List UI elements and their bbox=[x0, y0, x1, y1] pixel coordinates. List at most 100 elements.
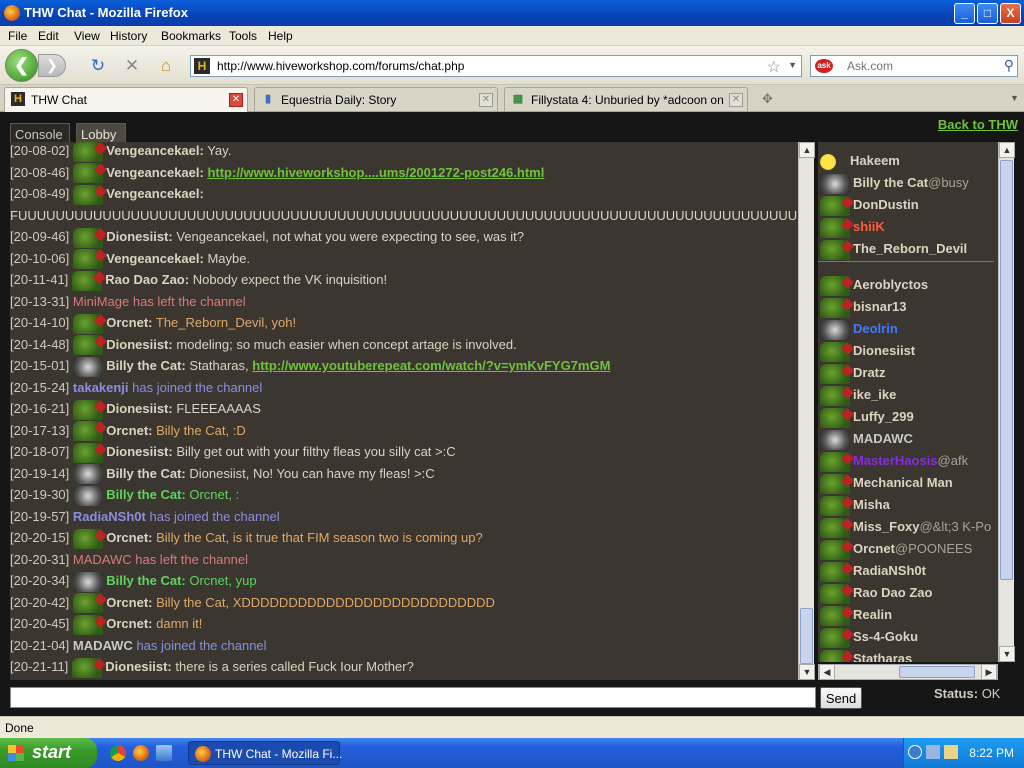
user-list-item[interactable]: Aeroblyctos bbox=[818, 274, 928, 296]
close-button[interactable]: X bbox=[1000, 3, 1021, 24]
message-author[interactable]: Billy the Cat: bbox=[106, 466, 185, 481]
user-list-item[interactable]: MADAWC bbox=[818, 428, 913, 450]
user-list-item[interactable]: Miss_Foxy@&lt;3 K-Po bbox=[818, 516, 991, 538]
message-author[interactable]: Vengeancekael: bbox=[106, 143, 204, 158]
url-dropdown-icon[interactable]: ▼ bbox=[788, 60, 797, 70]
minimize-button[interactable]: _ bbox=[954, 3, 975, 24]
user-list-item[interactable]: Hakeem bbox=[818, 150, 900, 172]
scroll-thumb[interactable] bbox=[1000, 160, 1013, 580]
user-list-item[interactable]: Orcnet@POONEES bbox=[818, 538, 972, 560]
menu-history[interactable]: History bbox=[110, 29, 147, 43]
joined-user[interactable]: MADAWC bbox=[73, 638, 133, 653]
url-bar[interactable]: H ☆ ▼ bbox=[190, 55, 802, 77]
scroll-thumb[interactable] bbox=[800, 608, 813, 664]
user-list-item[interactable]: ike_ike bbox=[818, 384, 896, 406]
home-icon[interactable]: ⌂ bbox=[156, 56, 176, 76]
firefox-quicklaunch-icon[interactable] bbox=[133, 745, 149, 761]
url-input[interactable] bbox=[217, 59, 757, 73]
message-author[interactable]: Dionesiist: bbox=[105, 659, 171, 674]
user-list-item[interactable]: Realin bbox=[818, 604, 892, 626]
tab-thw-chat[interactable]: H THW Chat ✕ bbox=[4, 87, 248, 112]
user-list-item[interactable]: Dratz bbox=[818, 362, 886, 384]
joined-user[interactable]: RadiaNSh0t bbox=[73, 509, 146, 524]
reload-icon[interactable]: ↻ bbox=[88, 56, 108, 76]
message-input[interactable] bbox=[10, 687, 816, 708]
user-list-item[interactable]: Rao Dao Zao bbox=[818, 582, 932, 604]
menu-help[interactable]: Help bbox=[268, 29, 293, 43]
start-button[interactable]: start bbox=[0, 738, 97, 768]
tray-expand-icon[interactable] bbox=[908, 745, 922, 759]
message-author[interactable]: Orcnet: bbox=[106, 595, 152, 610]
taskbar-firefox-window[interactable]: THW Chat - Mozilla Fi... bbox=[188, 741, 342, 765]
user-list-item[interactable]: The_Reborn_Devil bbox=[818, 238, 967, 260]
chrome-icon[interactable] bbox=[110, 745, 126, 761]
search-input[interactable] bbox=[847, 59, 997, 73]
scroll-up-icon[interactable]: ▲ bbox=[799, 142, 815, 158]
stop-icon[interactable]: ✕ bbox=[122, 56, 142, 76]
menu-view[interactable]: View bbox=[74, 29, 100, 43]
bookmark-star-icon[interactable]: ☆ bbox=[767, 57, 781, 77]
message-author[interactable]: Billy the Cat: bbox=[106, 573, 185, 588]
search-icon[interactable]: ⚲ bbox=[1004, 57, 1014, 74]
message-author[interactable]: Billy the Cat: bbox=[106, 487, 185, 502]
message-author[interactable]: Orcnet: bbox=[106, 423, 152, 438]
tab-close-icon[interactable]: ✕ bbox=[729, 93, 743, 107]
message-author[interactable]: Orcnet: bbox=[106, 530, 152, 545]
tab-list-icon[interactable]: ▼ bbox=[1010, 93, 1019, 103]
scroll-down-icon[interactable]: ▼ bbox=[999, 646, 1015, 662]
user-list-item[interactable]: Luffy_299 bbox=[818, 406, 914, 428]
message-link[interactable]: http://www.hiveworkshop....ums/2001272-p… bbox=[207, 165, 544, 180]
message-author[interactable]: Dionesiist: bbox=[106, 444, 172, 459]
user-list-scrollbar[interactable]: ▲ ▼ bbox=[998, 142, 1015, 662]
menu-bookmarks[interactable]: Bookmarks bbox=[161, 29, 221, 43]
menu-edit[interactable]: Edit bbox=[38, 29, 59, 43]
menu-tools[interactable]: Tools bbox=[229, 29, 257, 43]
user-list-item[interactable]: Dionesiist bbox=[818, 340, 915, 362]
scroll-left-icon[interactable]: ◀ bbox=[819, 664, 835, 680]
message-author[interactable]: Vengeancekael: bbox=[106, 186, 204, 201]
user-list-item[interactable]: Ss-4-Goku bbox=[818, 626, 918, 648]
user-list-item[interactable]: Statharas bbox=[818, 648, 912, 662]
back-to-thw-link[interactable]: Back to THW bbox=[938, 117, 1018, 132]
chat-scrollbar[interactable]: ▲ ▼ bbox=[798, 142, 815, 680]
user-list-item[interactable]: Deolrin bbox=[818, 318, 898, 340]
back-button[interactable]: ❮ bbox=[5, 49, 38, 82]
maximize-button[interactable]: □ bbox=[977, 3, 998, 24]
user-list-item[interactable]: Misha bbox=[818, 494, 890, 516]
message-author[interactable]: Dionesiist: bbox=[106, 337, 172, 352]
joined-user[interactable]: takakenji bbox=[73, 380, 129, 395]
message-author[interactable]: Orcnet: bbox=[106, 315, 152, 330]
ask-engine-icon[interactable]: ask bbox=[815, 59, 833, 73]
user-list-item[interactable]: Billy the Cat@busy bbox=[818, 172, 969, 194]
message-author[interactable]: Billy the Cat: bbox=[106, 358, 185, 373]
message-author[interactable]: Vengeancekael: bbox=[106, 251, 204, 266]
tab-equestria-daily[interactable]: ▮ Equestria Daily: Story ✕ bbox=[254, 87, 498, 111]
message-author[interactable]: Vengeancekael: bbox=[106, 165, 204, 180]
forward-button[interactable]: ❯ bbox=[38, 54, 66, 77]
message-author[interactable]: Orcnet: bbox=[106, 616, 152, 631]
tab-close-icon[interactable]: ✕ bbox=[479, 93, 493, 107]
user-list-item[interactable]: bisnar13 bbox=[818, 296, 906, 318]
network-icon[interactable] bbox=[926, 745, 940, 759]
send-button[interactable]: Send bbox=[820, 687, 862, 709]
user-list-item[interactable]: RadiaNSh0t bbox=[818, 560, 926, 582]
user-list-item[interactable]: MasterHaosis@afk bbox=[818, 450, 968, 472]
search-bar[interactable]: ask ⚲ bbox=[810, 55, 1018, 77]
tab-fillystata[interactable]: ▦ Fillystata 4: Unburied by *adcoon on d… bbox=[504, 87, 748, 111]
scroll-right-icon[interactable]: ▶ bbox=[981, 664, 997, 680]
user-list-item[interactable]: shiiK bbox=[818, 216, 885, 238]
message-author[interactable]: Dionesiist: bbox=[106, 229, 172, 244]
scroll-up-icon[interactable]: ▲ bbox=[999, 142, 1015, 158]
user-list-item[interactable]: Mechanical Man bbox=[818, 472, 953, 494]
scroll-down-icon[interactable]: ▼ bbox=[799, 664, 815, 680]
message-link[interactable]: http://www.youtuberepeat.com/watch/?v=ym… bbox=[252, 358, 610, 373]
tab-close-icon[interactable]: ✕ bbox=[229, 93, 243, 107]
user-list-hscrollbar[interactable]: ◀ ▶ bbox=[818, 664, 998, 680]
user-list-item[interactable]: DonDustin bbox=[818, 194, 919, 216]
message-author[interactable]: Rao Dao Zao: bbox=[105, 272, 189, 287]
message-author[interactable]: Dionesiist: bbox=[106, 401, 172, 416]
menu-file[interactable]: File bbox=[8, 29, 27, 43]
scroll-thumb[interactable] bbox=[899, 666, 975, 678]
volume-icon[interactable] bbox=[944, 745, 958, 759]
new-tab-icon[interactable]: ✥ bbox=[762, 91, 773, 107]
